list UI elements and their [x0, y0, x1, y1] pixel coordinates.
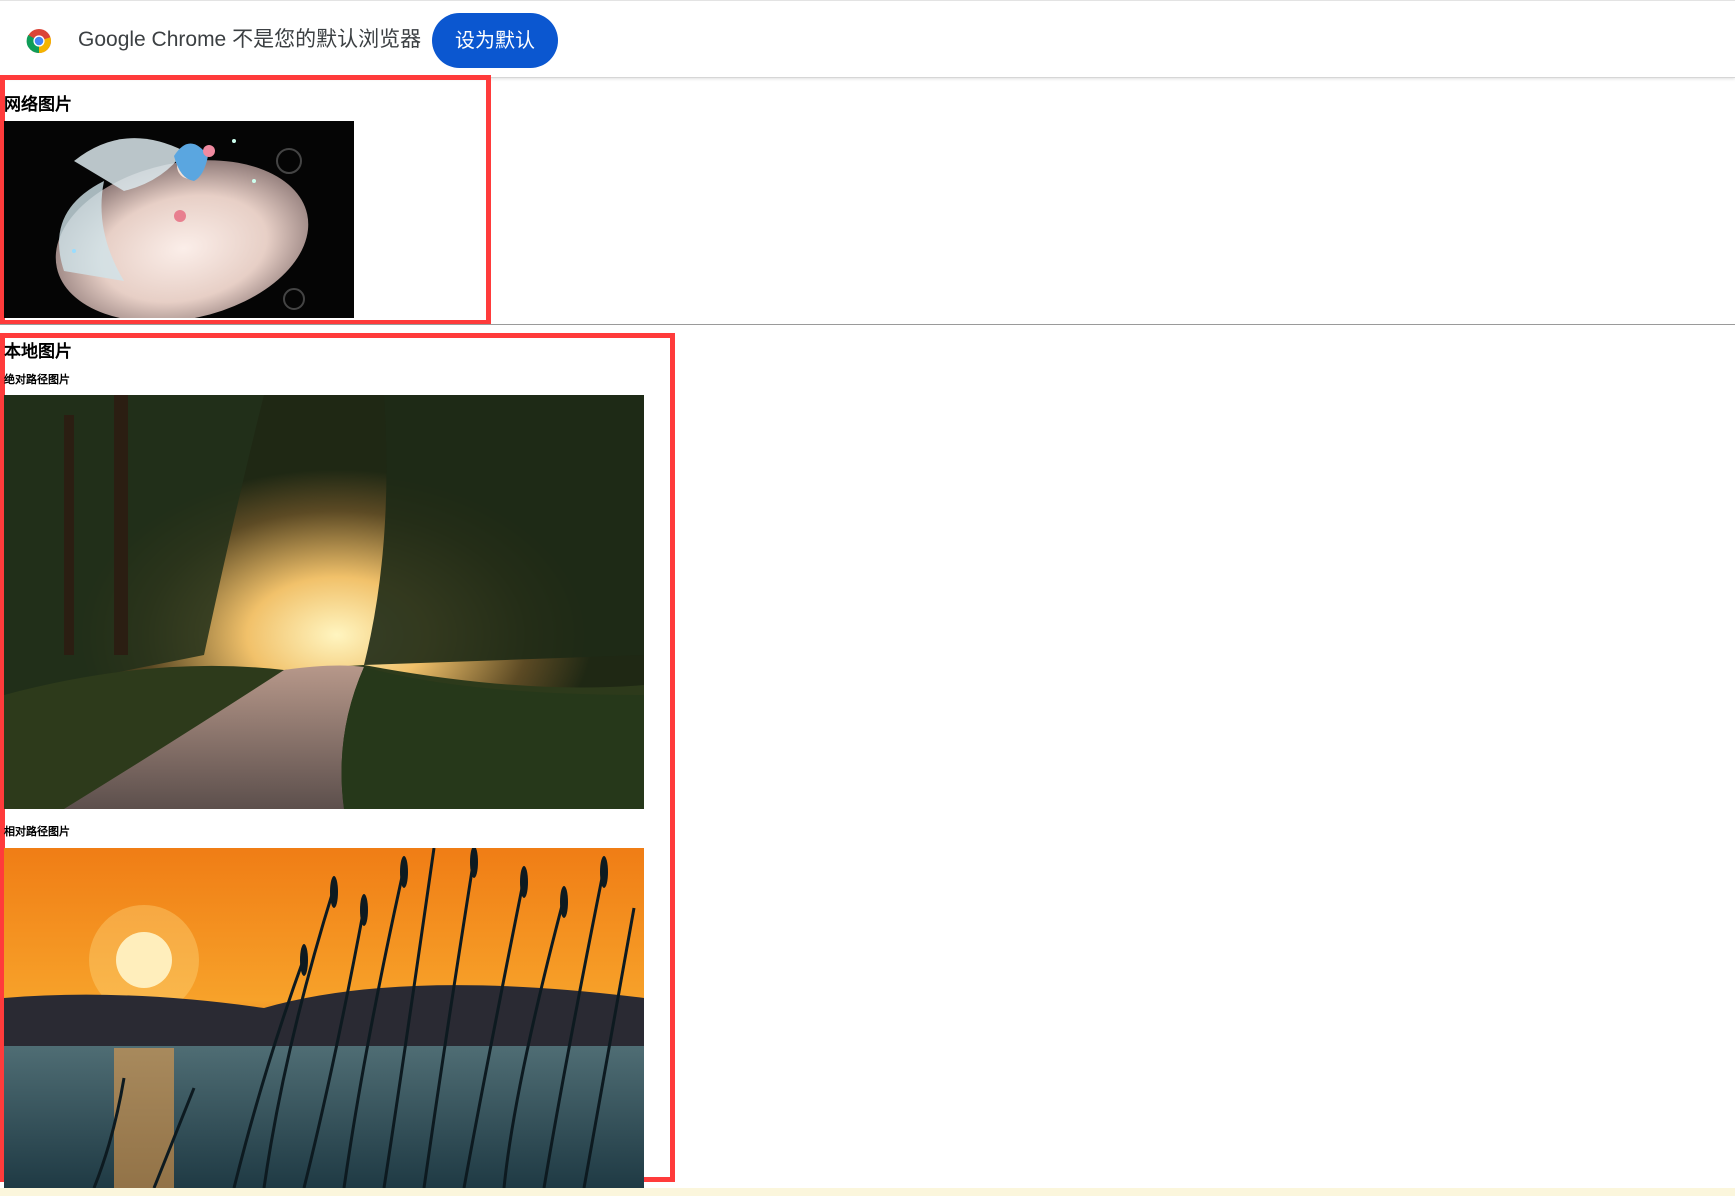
section-divider	[0, 324, 1735, 325]
status-bar	[0, 1188, 1735, 1196]
network-image-heading: 网络图片	[4, 95, 72, 114]
relative-path-image	[4, 848, 644, 1188]
absolute-path-image	[4, 395, 644, 809]
default-browser-infobar: Google Chrome 不是您的默认浏览器 设为默认	[0, 0, 1735, 78]
set-default-button[interactable]: 设为默认	[432, 13, 558, 68]
absolute-path-label: 绝对路径图片	[4, 374, 70, 386]
relative-path-label: 相对路径图片	[4, 826, 70, 838]
network-image	[4, 121, 354, 318]
local-image-heading: 本地图片	[4, 342, 72, 361]
chrome-logo-icon	[26, 28, 52, 54]
infobar-message: Google Chrome 不是您的默认浏览器	[78, 28, 422, 51]
